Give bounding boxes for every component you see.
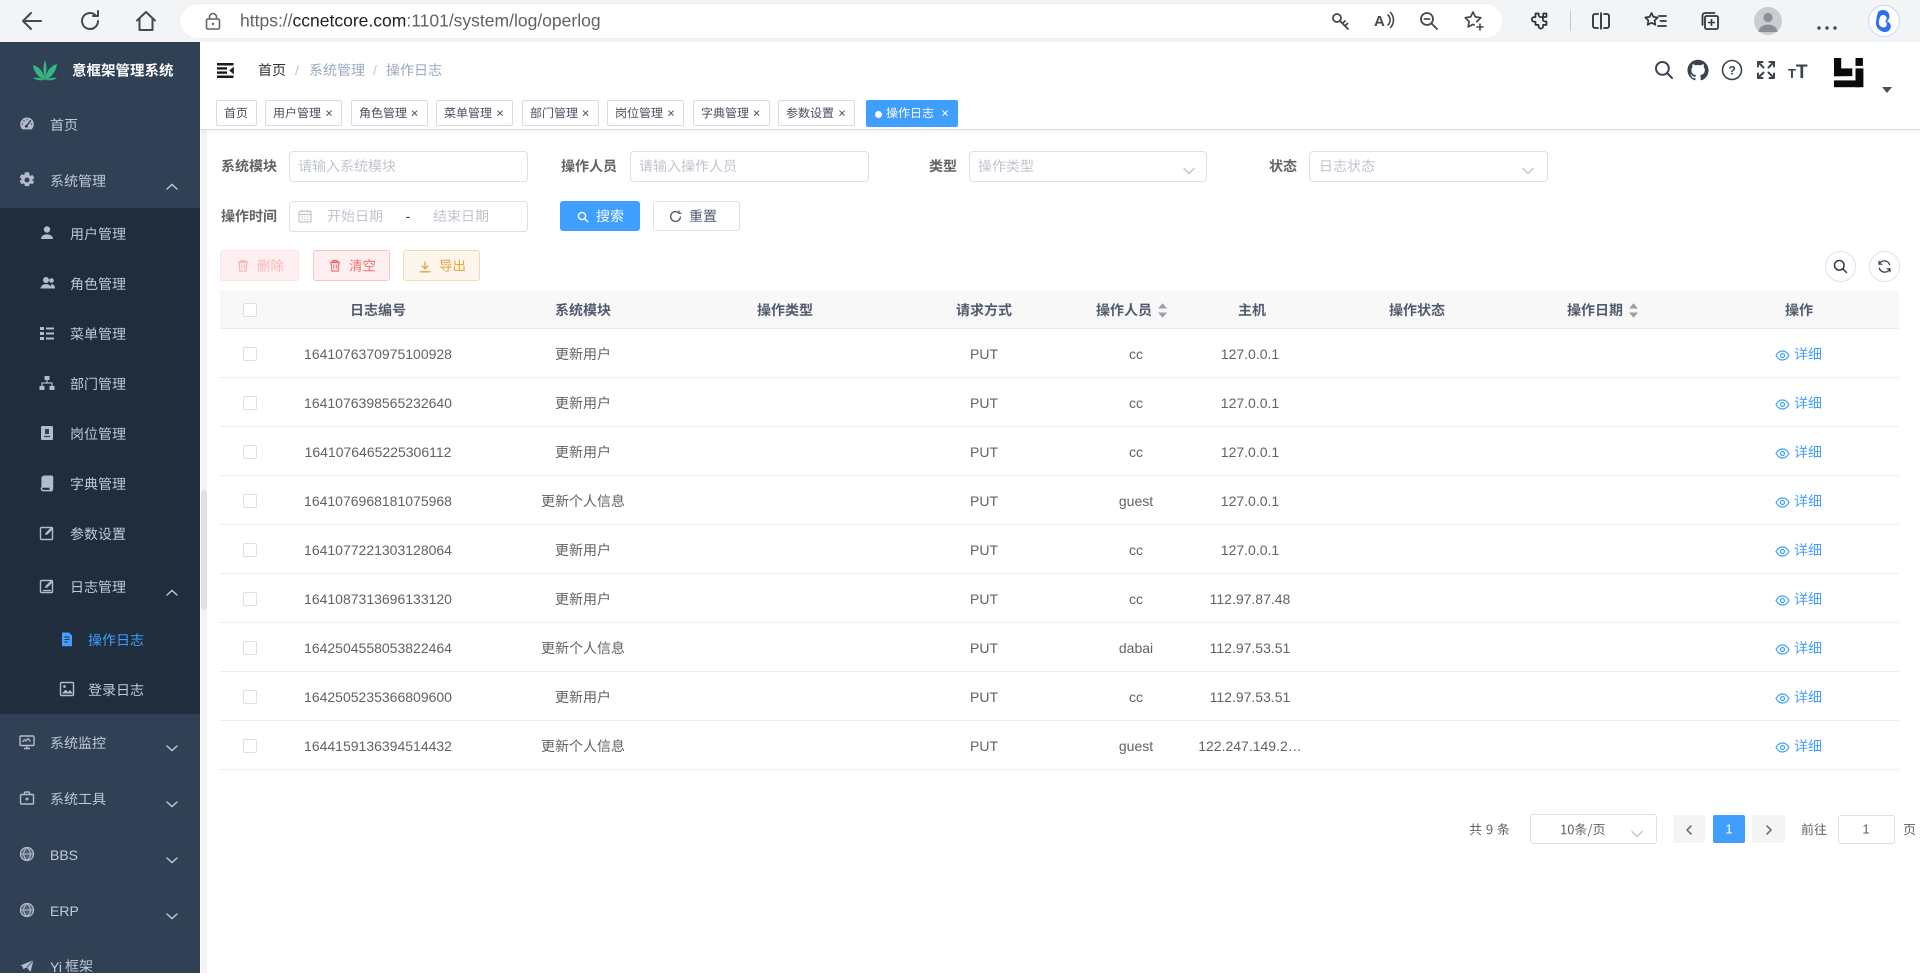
- svg-text:?: ?: [1729, 64, 1736, 78]
- svg-text:T: T: [1788, 66, 1796, 81]
- svg-text:T: T: [1796, 62, 1808, 83]
- svg-text:A: A: [1374, 13, 1385, 30]
